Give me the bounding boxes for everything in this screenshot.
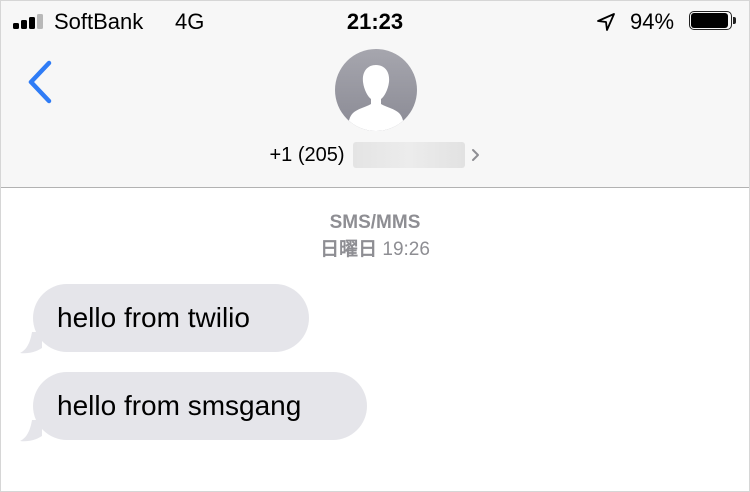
chevron-right-icon	[471, 149, 479, 161]
incoming-message-bubble[interactable]: hello from smsgang	[33, 372, 367, 440]
battery-percentage: 94%	[630, 9, 675, 34]
back-chevron-icon	[28, 60, 52, 104]
status-bar: SoftBank 4G 21:23 94%	[1, 1, 749, 41]
contact-number: +1 (205)	[269, 144, 345, 166]
contact-avatar[interactable]	[335, 49, 417, 131]
timestamp-time: 19:26	[382, 239, 430, 260]
timestamp-day: 日曜日	[320, 239, 378, 260]
service-label: SMS/MMS	[329, 212, 421, 233]
location-arrow-icon	[597, 13, 615, 31]
navigation-header: SoftBank 4G 21:23 94% +1 (205)	[1, 1, 749, 188]
battery-icon	[689, 11, 739, 32]
message-timestamp: 日曜日 19:26	[1, 239, 749, 261]
contact-avatar-icon	[348, 65, 404, 131]
incoming-message-bubble[interactable]: hello from twilio	[33, 284, 309, 352]
redacted-number	[352, 142, 465, 168]
message-thread[interactable]: SMS/MMS 日曜日 19:26 hello from twilio hell…	[1, 188, 749, 490]
back-button[interactable]	[23, 59, 57, 105]
contact-details-button[interactable]: +1 (205)	[1, 142, 749, 168]
